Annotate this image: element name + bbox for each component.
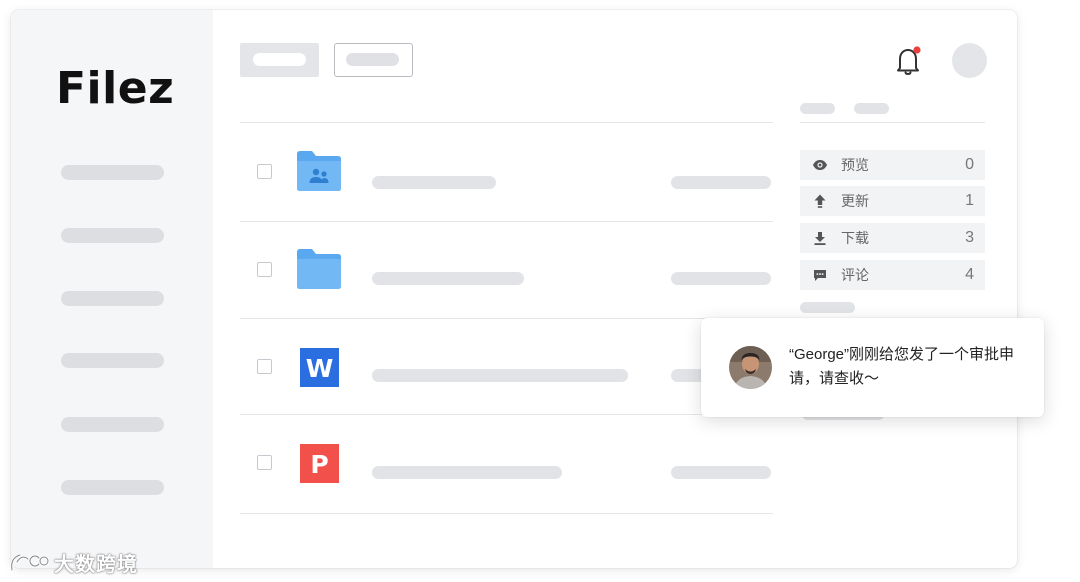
powerpoint-doc-icon: P [300, 444, 339, 483]
notification-toast[interactable]: “George”刚刚给您发了一个审批申请，请查收～ [701, 318, 1044, 417]
notification-bell-icon[interactable] [895, 45, 923, 77]
divider [240, 513, 773, 514]
sidebar-item[interactable] [61, 353, 164, 368]
file-meta-placeholder [671, 466, 771, 479]
file-name-placeholder [372, 369, 628, 382]
app-window: Filez 预览 0 更新 1 下载 3 评论 4 W P [11, 10, 1017, 568]
toolbar-secondary-button[interactable] [334, 43, 413, 77]
row-checkbox[interactable] [257, 262, 272, 277]
button-label-placeholder [253, 53, 306, 66]
comment-icon [814, 270, 826, 281]
app-logo: Filez [56, 63, 175, 114]
stat-count: 0 [965, 156, 974, 173]
watermark-text: 大数跨境 [54, 553, 138, 576]
stat-count: 3 [965, 229, 974, 246]
stat-row-preview: 预览 0 [800, 150, 985, 180]
divider [800, 122, 985, 123]
panel-text-placeholder [800, 302, 855, 313]
row-checkbox[interactable] [257, 455, 272, 470]
sender-avatar [729, 346, 772, 389]
download-arrow-icon [814, 232, 826, 245]
stat-label: 预览 [841, 157, 869, 173]
file-name-placeholder [372, 466, 562, 479]
row-checkbox[interactable] [257, 359, 272, 374]
sidebar: Filez [11, 10, 213, 568]
sidebar-item[interactable] [61, 480, 164, 495]
watermark-logo-icon [10, 553, 50, 572]
file-row[interactable]: W [240, 319, 773, 415]
stat-label: 评论 [841, 267, 869, 283]
panel-tab-placeholder[interactable] [854, 103, 889, 114]
panel-tab-placeholder[interactable] [800, 103, 835, 114]
file-name-placeholder [372, 176, 496, 189]
file-meta-placeholder [671, 272, 771, 285]
word-letter: W [306, 354, 334, 383]
shared-folder-icon [297, 151, 341, 191]
stat-count: 1 [965, 192, 974, 209]
unread-dot [913, 46, 921, 54]
folder-icon [297, 249, 341, 289]
file-name-placeholder [372, 272, 524, 285]
upload-arrow-icon [814, 194, 826, 208]
file-row[interactable]: P [240, 415, 773, 511]
watermark: 大数跨境 [8, 549, 138, 576]
eye-icon [813, 160, 827, 170]
stat-row-update: 更新 1 [800, 186, 985, 216]
stat-label: 更新 [841, 193, 869, 209]
stat-row-comment: 评论 4 [800, 260, 985, 290]
button-label-placeholder [346, 53, 399, 66]
sidebar-item[interactable] [61, 417, 164, 432]
file-row[interactable] [240, 124, 773, 220]
sidebar-item[interactable] [61, 228, 164, 243]
toolbar-primary-button[interactable] [240, 43, 319, 77]
sidebar-item[interactable] [61, 165, 164, 180]
notification-message: “George”刚刚给您发了一个审批申请，请查收～ [789, 346, 1015, 387]
user-avatar[interactable] [952, 43, 987, 78]
divider [240, 122, 773, 123]
row-checkbox[interactable] [257, 164, 272, 179]
sidebar-item[interactable] [61, 291, 164, 306]
stat-label: 下载 [841, 230, 869, 246]
stat-row-download: 下载 3 [800, 223, 985, 253]
ppt-letter: P [310, 450, 328, 479]
stat-count: 4 [965, 266, 974, 283]
word-doc-icon: W [300, 348, 339, 387]
file-row[interactable] [240, 222, 773, 318]
file-meta-placeholder [671, 176, 771, 189]
